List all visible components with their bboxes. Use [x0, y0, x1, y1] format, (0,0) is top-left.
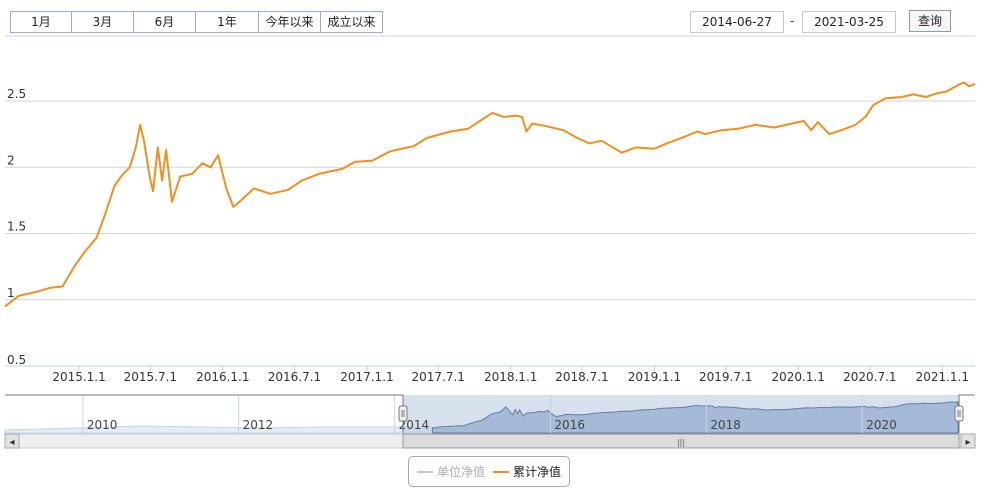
grid-lines [5, 35, 975, 301]
x-tick-label: 2021.1.1 [916, 370, 969, 384]
scrollbar-right-arrow-icon: ▸ [965, 437, 970, 448]
cumulative-nav-line [4, 81, 976, 308]
y-tick-label: 2.5 [7, 87, 26, 101]
navigator-year-label: 2020 [866, 418, 897, 432]
x-tick-label: 2015.7.1 [124, 370, 177, 384]
navigator-year-label: 2016 [554, 418, 585, 432]
x-tick-label: 2020.7.1 [843, 370, 896, 384]
x-axis-labels: 2015.1.1 2015.7.1 2016.1.1 2016.7.1 2017.1.1… [52, 366, 969, 384]
navigator-year-label: 2010 [87, 418, 118, 432]
y-axis-labels: 0.5 1 1.5 2 2.5 [7, 87, 26, 367]
x-tick-label: 2015.1.1 [52, 370, 105, 384]
x-tick-label: 2017.7.1 [411, 370, 464, 384]
x-tick-label: 2019.1.1 [628, 370, 681, 384]
scrollbar[interactable]: ◂ ||| ▸ [4, 433, 976, 449]
y-tick-label: 1 [7, 286, 15, 300]
x-tick-label: 2020.1.1 [771, 370, 824, 384]
navigator-left-handle[interactable] [398, 405, 408, 422]
nav-chart: 0.5 1 1.5 2 2.5 2015.1.1 2015.7.1 2016.1.1 2016… [4, 35, 976, 449]
legend-unit-nav[interactable]: 单位净值 [417, 463, 485, 480]
scrollbar-left-arrow-icon: ◂ [9, 437, 14, 448]
legend-cumulative-nav[interactable]: 累计净值 [493, 463, 561, 480]
y-tick-label: 0.5 [7, 353, 26, 367]
x-tick-label: 2019.7.1 [699, 370, 752, 384]
chart-legend: 单位净值 累计净值 [408, 456, 570, 487]
x-tick-label: 2016.7.1 [268, 370, 321, 384]
scrollbar-grip-icon: ||| [677, 438, 685, 447]
y-tick-label: 2 [7, 153, 15, 167]
navigator-year-label: 2018 [710, 418, 741, 432]
navigator[interactable]: 2010 2012 2014 2016 2018 2020 [4, 394, 976, 434]
x-tick-label: 2018.7.1 [555, 370, 608, 384]
navigator-right-handle[interactable] [954, 405, 964, 422]
legend-cumulative-nav-swatch [493, 470, 510, 473]
legend-unit-nav-swatch [417, 470, 433, 473]
legend-cumulative-nav-label: 累计净值 [513, 465, 562, 479]
navigator-year-label: 2012 [243, 418, 274, 432]
legend-unit-nav-label: 单位净值 [437, 465, 486, 479]
y-tick-label: 1.5 [7, 220, 26, 234]
x-tick-label: 2018.1.1 [484, 370, 537, 384]
x-tick-label: 2016.1.1 [196, 370, 249, 384]
x-tick-label: 2017.1.1 [340, 370, 393, 384]
